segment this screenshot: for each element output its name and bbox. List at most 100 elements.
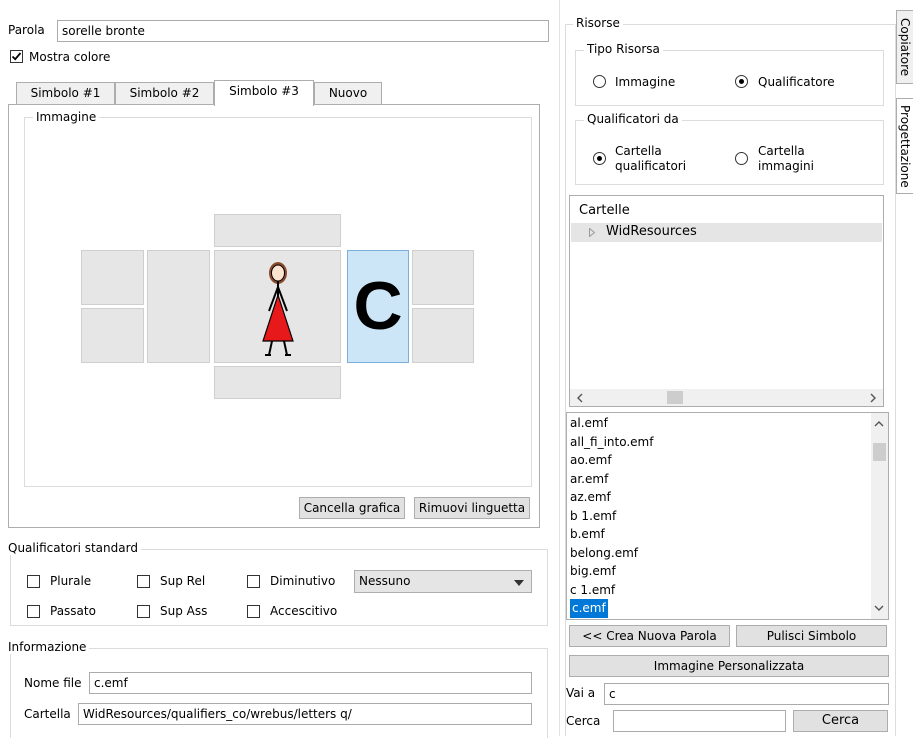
file-list-item[interactable]: al.emf	[568, 414, 863, 433]
file-list-item[interactable]: ao.emf	[568, 451, 863, 470]
diminutivo-label: Diminutivo	[270, 574, 336, 588]
file-list-item-label: big.emf	[570, 564, 616, 578]
file-list-item[interactable]: ar.emf	[568, 470, 863, 489]
sup-ass-label: Sup Ass	[160, 604, 208, 618]
slot-bottom[interactable]	[214, 366, 341, 399]
qualificatori-da-title: Qualificatori da	[584, 112, 682, 126]
slot-qualifier[interactable]: C	[347, 250, 409, 363]
radio-qualificatore-label: Qualificatore	[758, 75, 835, 89]
radio-cartella-qualificatori-label: Cartella qualificatori	[615, 144, 686, 174]
chevron-left-icon[interactable]	[576, 393, 584, 403]
check-icon	[11, 52, 22, 61]
crea-nuova-parola-button[interactable]: << Crea Nuova Parola	[569, 625, 730, 647]
file-items: al.emf all_fi_into.emf ao.emf ar.emf az.emf b…	[568, 414, 863, 618]
passato-checkbox[interactable]	[27, 605, 40, 618]
radio-immagine[interactable]	[593, 75, 606, 88]
tab-simbolo-1[interactable]: Simbolo #1	[16, 82, 115, 104]
slot-right-top[interactable]	[412, 250, 474, 305]
radio-immagine-label: Immagine	[615, 75, 676, 89]
slot-right-bottom[interactable]	[412, 308, 474, 363]
file-list-item[interactable]: all_fi_into.emf	[568, 433, 863, 452]
cancella-grafica-button[interactable]: Cancella grafica	[299, 497, 405, 519]
file-list-vscrollbar[interactable]	[871, 413, 888, 619]
triangle-right-icon	[589, 228, 595, 237]
file-list-item-label: ar.emf	[570, 471, 609, 486]
file-list-item-label: b.emf	[570, 527, 605, 541]
slot-left-outer-top[interactable]	[81, 250, 144, 305]
informazione-title: Informazione	[5, 640, 90, 654]
mostra-colore-checkbox[interactable]	[10, 50, 23, 63]
radio-cartella-qualificatori-line1: Cartella	[615, 144, 662, 158]
cartella-input[interactable]: WidResources/qualifiers_co/wrebus/letter…	[78, 703, 532, 725]
immagine-personalizzata-button[interactable]: Immagine Personalizzata	[569, 655, 889, 677]
file-list-item[interactable]: c 1.emf	[568, 581, 863, 600]
dropdown-value: Nessuno	[359, 574, 411, 588]
chevron-up-icon[interactable]	[874, 420, 884, 428]
slot-top[interactable]	[214, 214, 341, 247]
file-list-item-label: ao.emf	[570, 453, 612, 467]
radio-cartella-immagini[interactable]	[735, 152, 748, 165]
file-list-item[interactable]: b.emf	[568, 525, 863, 544]
chevron-down-icon[interactable]	[874, 604, 884, 612]
rimuovi-linguetta-button[interactable]: Rimuovi linguetta	[414, 497, 530, 519]
chevron-right-icon[interactable]	[869, 393, 877, 403]
plurale-label: Plurale	[50, 574, 92, 588]
accescitivo-checkbox[interactable]	[247, 605, 260, 618]
file-list-item-label: az.emf	[570, 490, 611, 504]
tree-hscrollbar[interactable]	[570, 389, 883, 406]
girl-figure-icon	[262, 262, 294, 356]
radio-cartella-immagini-line1: Cartella	[758, 144, 805, 158]
file-list-item[interactable]: big.emf	[568, 562, 863, 581]
slot-left-outer-bottom[interactable]	[81, 308, 144, 363]
parola-input[interactable]: sorelle bronte	[57, 20, 549, 42]
immagine-title: Immagine	[33, 110, 100, 124]
side-tab-progettazione[interactable]: Progettazione	[896, 98, 913, 194]
tree-item-label: WidResources	[606, 224, 697, 239]
cartella-label: Cartella	[24, 707, 71, 721]
tab-simbolo-2[interactable]: Simbolo #2	[115, 82, 214, 104]
tree-item-widresources[interactable]: WidResources	[571, 223, 882, 242]
sup-ass-checkbox[interactable]	[137, 605, 150, 618]
vai-a-input[interactable]: c	[604, 683, 889, 705]
slot-main-image[interactable]	[214, 250, 341, 363]
tab-nuovo[interactable]: Nuovo	[314, 82, 382, 104]
nome-file-input[interactable]: c.emf	[89, 672, 532, 694]
radio-cartella-immagini-line2: immagini	[758, 159, 814, 173]
plurale-checkbox[interactable]	[27, 575, 40, 588]
tree-hscroll-thumb[interactable]	[667, 391, 683, 404]
folder-tree[interactable]: Cartelle WidResources	[569, 195, 884, 407]
parola-label: Parola	[8, 23, 45, 37]
file-list-item-label: c 1.emf	[570, 582, 616, 597]
file-list-item-label: al.emf	[570, 416, 608, 430]
radio-cartella-qualificatori[interactable]	[593, 152, 606, 165]
file-list-item[interactable]: b 1.emf	[568, 507, 863, 526]
radio-cartella-immagini-label: Cartella immagini	[758, 144, 814, 174]
radio-cartella-qualificatori-line2: qualificatori	[615, 159, 687, 173]
slot-left-inner[interactable]	[147, 250, 210, 363]
file-list-item-label: b 1.emf	[570, 508, 617, 523]
side-tab-copiatore[interactable]: Copiatore	[896, 10, 913, 84]
risorse-title: Risorse	[573, 16, 623, 30]
tree-header: Cartelle	[579, 203, 630, 218]
file-list-vscroll-thumb[interactable]	[873, 443, 886, 461]
panel-divider[interactable]	[559, 0, 560, 736]
radio-qualificatore[interactable]	[735, 75, 748, 88]
tab-simbolo-3[interactable]: Simbolo #3	[214, 80, 314, 106]
file-list[interactable]: al.emf all_fi_into.emf ao.emf ar.emf az.emf b…	[566, 412, 889, 620]
file-list-item-label: all_fi_into.emf	[570, 434, 654, 449]
sup-rel-label: Sup Rel	[160, 574, 206, 588]
sup-rel-checkbox[interactable]	[137, 575, 150, 588]
diminutivo-checkbox[interactable]	[247, 575, 260, 588]
accescitivo-label: Accescitivo	[270, 604, 338, 618]
chevron-down-icon	[514, 580, 524, 586]
file-list-item-label: belong.emf	[570, 545, 639, 560]
file-list-item[interactable]: belong.emf	[568, 544, 863, 563]
cerca-button[interactable]: Cerca	[793, 710, 888, 732]
pulisci-simbolo-button[interactable]: Pulisci Simbolo	[736, 625, 887, 647]
qualificatori-dropdown[interactable]: Nessuno	[354, 570, 532, 593]
cerca-input[interactable]	[613, 710, 786, 732]
file-list-item[interactable]: az.emf	[568, 488, 863, 507]
cerca-label: Cerca	[566, 714, 601, 728]
file-list-item[interactable]: c.emf	[568, 599, 863, 618]
vai-a-label: Vai a	[566, 686, 596, 700]
